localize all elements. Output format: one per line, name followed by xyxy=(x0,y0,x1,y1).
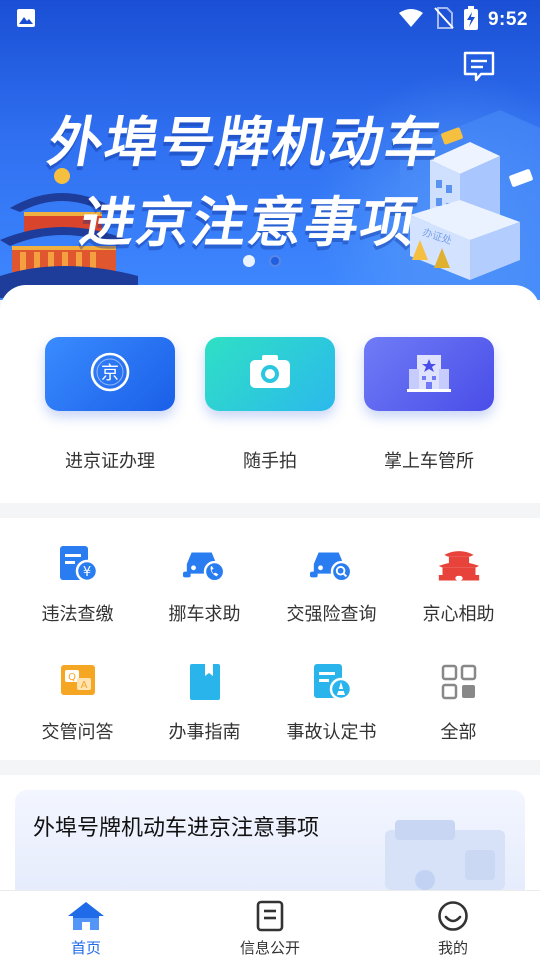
tiananmen-icon xyxy=(437,542,481,586)
message-icon[interactable] xyxy=(462,50,496,84)
status-bar: 9:52 xyxy=(0,0,540,36)
nav-tab-info[interactable]: 信息公开 xyxy=(210,899,330,958)
svg-text:京: 京 xyxy=(101,363,119,384)
main-services-card: 京 进京证办理 随手拍 掌上车管所 xyxy=(0,285,540,503)
car-search-icon xyxy=(309,542,354,586)
svg-text:¥: ¥ xyxy=(82,565,90,580)
carousel-dot[interactable] xyxy=(243,255,255,267)
svg-text:A: A xyxy=(80,680,87,691)
service-label: 掌上车管所 xyxy=(384,451,474,472)
service-tile[interactable] xyxy=(364,337,494,411)
svg-text:Q: Q xyxy=(68,672,76,683)
grid-item-weifa-chajiao[interactable]: ¥ 违法查缴 xyxy=(10,542,145,626)
bottom-navigation: 首页 信息公开 我的 xyxy=(0,890,540,960)
grid-label: 事故认定书 xyxy=(286,722,377,743)
banner-title-line1: 外埠号牌机动车 xyxy=(43,111,447,174)
grid-label: 全部 xyxy=(440,722,477,743)
grid-all-icon xyxy=(437,660,481,704)
quick-services-grid: ¥ 违法查缴 挪车求助 交强险查询 京心相助 Q A 交管问答 办事指南 事故认… xyxy=(0,518,540,760)
service-label: 进京证办理 xyxy=(65,451,155,472)
nav-tab-home[interactable]: 首页 xyxy=(26,899,146,958)
home-icon xyxy=(26,899,146,933)
news-illustration xyxy=(345,810,525,900)
jing-badge-icon: 京 xyxy=(89,351,131,397)
status-right: 9:52 xyxy=(398,6,528,34)
grid-item-banshi-zhinan[interactable]: 办事指南 xyxy=(137,660,272,744)
service-tile[interactable]: 京 xyxy=(45,337,175,411)
news-card[interactable]: 外埠号牌机动车进京注意事项 xyxy=(15,790,525,900)
service-zhangshang-cheguansuo[interactable]: 掌上车管所 xyxy=(364,337,494,473)
grid-label: 挪车求助 xyxy=(168,604,241,625)
news-title: 外埠号牌机动车进京注意事项 xyxy=(33,816,320,841)
car-phone-icon xyxy=(182,542,227,586)
carousel-dot-active[interactable] xyxy=(269,255,281,267)
service-jingjinzheng[interactable]: 京 进京证办理 xyxy=(45,337,175,473)
office-building-icon xyxy=(405,351,453,397)
carousel-indicator xyxy=(243,255,281,267)
news-section: 外埠号牌机动车进京注意事项 xyxy=(0,775,540,900)
hero-banner[interactable]: 9:52 办证处 外埠号牌机动车 进京注意事项 xyxy=(0,0,540,300)
accident-report-icon xyxy=(310,660,354,704)
grid-item-jiaoguan-wenda[interactable]: Q A 交管问答 xyxy=(10,660,145,744)
grid-item-jingxin-xiangzhu[interactable]: 京心相助 xyxy=(391,542,526,626)
grid-label: 交管问答 xyxy=(41,722,114,743)
grid-item-nuoche-qiuzhu[interactable]: 挪车求助 xyxy=(137,542,272,626)
nav-tab-me[interactable]: 我的 xyxy=(393,899,513,958)
battery-charging-icon xyxy=(463,6,478,34)
smiley-icon xyxy=(393,899,513,933)
wifi-icon xyxy=(398,8,424,32)
grid-label: 办事指南 xyxy=(168,722,241,743)
grid-item-jiaoqiangxian-chaxun[interactable]: 交强险查询 xyxy=(264,542,399,626)
guide-book-icon xyxy=(183,660,227,704)
fine-payment-icon: ¥ xyxy=(56,542,100,586)
nav-label: 首页 xyxy=(70,939,101,957)
qa-icon: Q A xyxy=(56,660,100,704)
document-icon xyxy=(210,899,330,933)
banner-title-line2: 进京注意事项 xyxy=(75,191,423,254)
service-tile[interactable] xyxy=(205,337,335,411)
nav-label: 信息公开 xyxy=(239,939,300,957)
grid-label: 京心相助 xyxy=(422,604,495,625)
grid-label: 违法查缴 xyxy=(41,604,114,625)
nav-label: 我的 xyxy=(437,939,468,957)
grid-label: 交强险查询 xyxy=(286,604,377,625)
service-label: 随手拍 xyxy=(243,451,297,472)
grid-item-shigu-rendingshu[interactable]: 事故认定书 xyxy=(264,660,399,744)
image-icon xyxy=(16,8,36,32)
service-suishoupai[interactable]: 随手拍 xyxy=(205,337,335,473)
camera-icon xyxy=(248,352,292,396)
no-sim-icon xyxy=(434,7,454,33)
grid-item-quanbu[interactable]: 全部 xyxy=(391,660,526,744)
status-time: 9:52 xyxy=(487,9,528,30)
